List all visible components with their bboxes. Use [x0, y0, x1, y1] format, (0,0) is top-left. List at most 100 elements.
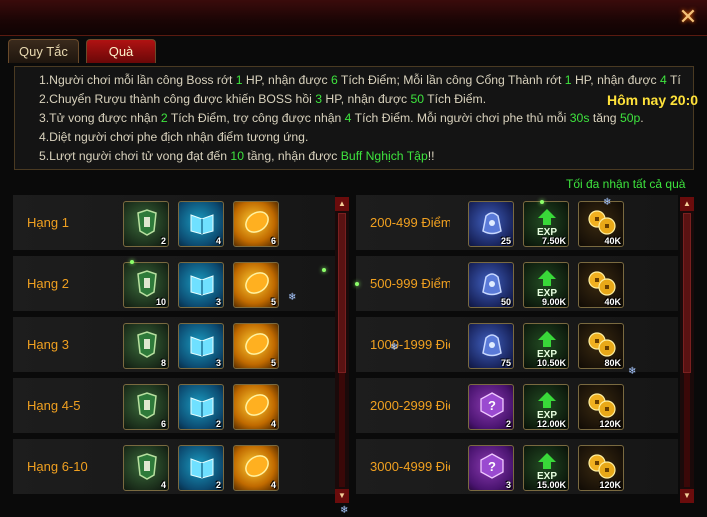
- item-count: 5: [270, 358, 276, 368]
- reward-item[interactable]: 4: [178, 201, 224, 247]
- item-count: 15.00K: [536, 480, 566, 490]
- rule-value: 3: [315, 92, 322, 106]
- reward-item[interactable]: 5: [233, 323, 279, 369]
- reward-item[interactable]: 80K: [578, 323, 624, 369]
- item-count: 75: [500, 358, 511, 368]
- tab-rewards[interactable]: Quà: [86, 39, 156, 63]
- item-count: 40K: [604, 297, 621, 307]
- today-time: Hôm nay 20:0: [607, 92, 699, 108]
- reward-item[interactable]: 5: [233, 262, 279, 308]
- reward-row: Hạng 3 8 3 5: [13, 317, 335, 373]
- rule-text: HP, nhận được: [322, 92, 411, 106]
- rank-scrollbar[interactable]: ▲ ▼: [335, 197, 349, 503]
- reward-tier-label: 3000-4999 Điể: [370, 459, 450, 474]
- point-scrollbar[interactable]: ▲ ▼: [680, 197, 694, 503]
- rule-text: Tích Điểm; Mỗi lần công Cổng Thành rớt: [337, 73, 565, 87]
- reward-item[interactable]: 4: [123, 445, 169, 491]
- item-count: 6: [160, 419, 166, 429]
- reward-item[interactable]: 25: [468, 201, 514, 247]
- scroll-thumb[interactable]: [338, 213, 346, 373]
- svg-text:?: ?: [488, 398, 496, 413]
- reward-item[interactable]: EXP 9.00K: [523, 262, 569, 308]
- reward-item[interactable]: EXP 10.50K: [523, 323, 569, 369]
- scroll-thumb[interactable]: [683, 213, 691, 373]
- tab-rules[interactable]: Quy Tắc: [8, 39, 79, 63]
- rule-text: HP, nhận được: [571, 73, 660, 87]
- reward-item[interactable]: 8: [123, 323, 169, 369]
- reward-row: Hạng 2 10 3 5: [13, 256, 335, 312]
- reward-row: 200-499 Điểm 25 EXP 7.50K 40K: [356, 195, 678, 251]
- reward-row: 500-999 Điểm 50 EXP 9.00K 40K: [356, 256, 678, 312]
- reward-item[interactable]: ? 3: [468, 445, 514, 491]
- reward-item[interactable]: ? 2: [468, 384, 514, 430]
- reward-item[interactable]: 40K: [578, 262, 624, 308]
- reward-row: 2000-2999 Điể? 2 EXP 12.00K 120K: [356, 378, 678, 434]
- scroll-up-icon[interactable]: ▲: [335, 197, 349, 211]
- rule-value: 50p: [619, 111, 641, 125]
- rule-value: 10: [230, 149, 244, 163]
- rule-value: 30s: [569, 111, 590, 125]
- reward-item[interactable]: 50: [468, 262, 514, 308]
- reward-tier-label: Hạng 6-10: [27, 459, 88, 474]
- rule-line: 1.Người chơi mỗi lần công Boss rớt 1 HP,…: [39, 71, 693, 90]
- item-count: 40K: [604, 236, 621, 246]
- item-count: 10.50K: [536, 358, 566, 368]
- rank-rewards-panel: Hạng 1 2 4 6 Hạng 2 10 3 5 Hạng 3 8 3 5 Hạng 4-5 6 2 4 H…: [13, 195, 335, 505]
- scroll-down-icon[interactable]: ▼: [335, 489, 349, 503]
- reward-item[interactable]: 120K: [578, 445, 624, 491]
- reward-item[interactable]: 40K: [578, 201, 624, 247]
- reward-item[interactable]: 6: [123, 384, 169, 430]
- rule-text: Tí: [666, 73, 681, 87]
- item-count: 120K: [599, 419, 621, 429]
- rule-text: 3.Tử vong được nhận: [39, 111, 161, 125]
- item-count: 50: [500, 297, 511, 307]
- rule-text: Tích Điểm.: [424, 92, 487, 106]
- item-count: 120K: [599, 480, 621, 490]
- snowflake-icon: ❄: [288, 292, 297, 303]
- reward-item[interactable]: 75: [468, 323, 514, 369]
- reward-tier-label: Hạng 2: [27, 276, 69, 291]
- sparkle-dot: [130, 260, 134, 264]
- item-count: 12.00K: [536, 419, 566, 429]
- reward-item[interactable]: 10: [123, 262, 169, 308]
- item-count: 3: [215, 297, 221, 307]
- sparkle-dot: [355, 282, 359, 286]
- reward-row: 3000-4999 Điể? 3 EXP 15.00K 120K: [356, 439, 678, 495]
- reward-item[interactable]: 3: [178, 323, 224, 369]
- svg-text:?: ?: [488, 459, 496, 474]
- scroll-down-icon[interactable]: ▼: [680, 489, 694, 503]
- reward-item[interactable]: 3: [178, 262, 224, 308]
- reward-item[interactable]: EXP 15.00K: [523, 445, 569, 491]
- item-count: 3: [215, 358, 221, 368]
- scroll-up-icon[interactable]: ▲: [680, 197, 694, 211]
- reward-row: Hạng 1 2 4 6: [13, 195, 335, 251]
- rule-text: !!: [427, 149, 435, 163]
- rule-text: tăng: [589, 111, 620, 125]
- reward-item[interactable]: 120K: [578, 384, 624, 430]
- reward-row: Hạng 4-5 6 2 4: [13, 378, 335, 434]
- reward-item[interactable]: 4: [233, 445, 279, 491]
- claim-all-link[interactable]: Tối đa nhận tất cả quà: [566, 177, 685, 191]
- sparkle-dot: [540, 200, 544, 204]
- rule-text: Tích Điểm, trợ công được nhận: [167, 111, 345, 125]
- item-count: 4: [215, 236, 221, 246]
- rule-text: 5.Lượt người chơi tử vong đạt đến: [39, 149, 231, 163]
- rule-line: 5.Lượt người chơi tử vong đạt đến 10 tần…: [39, 147, 693, 166]
- rule-text: 1.Người chơi mỗi lần công Boss rớt: [39, 73, 236, 87]
- reward-item[interactable]: 4: [233, 384, 279, 430]
- item-count: 2: [215, 419, 221, 429]
- reward-item[interactable]: 2: [178, 384, 224, 430]
- reward-item[interactable]: EXP 7.50K: [523, 201, 569, 247]
- reward-item[interactable]: EXP 12.00K: [523, 384, 569, 430]
- rule-line: 4.Diệt người chơi phe địch nhận điểm tươ…: [39, 128, 693, 147]
- reward-item[interactable]: 2: [178, 445, 224, 491]
- item-count: 3: [505, 480, 511, 490]
- item-count: 9.00K: [541, 297, 566, 307]
- snowflake-icon: ❄: [390, 342, 399, 353]
- reward-tier-label: 500-999 Điểm: [370, 276, 450, 291]
- item-count: 2: [505, 419, 511, 429]
- close-x-icon[interactable]: ✕: [675, 4, 701, 30]
- reward-item[interactable]: 2: [123, 201, 169, 247]
- item-count: 80K: [604, 358, 621, 368]
- reward-item[interactable]: 6: [233, 201, 279, 247]
